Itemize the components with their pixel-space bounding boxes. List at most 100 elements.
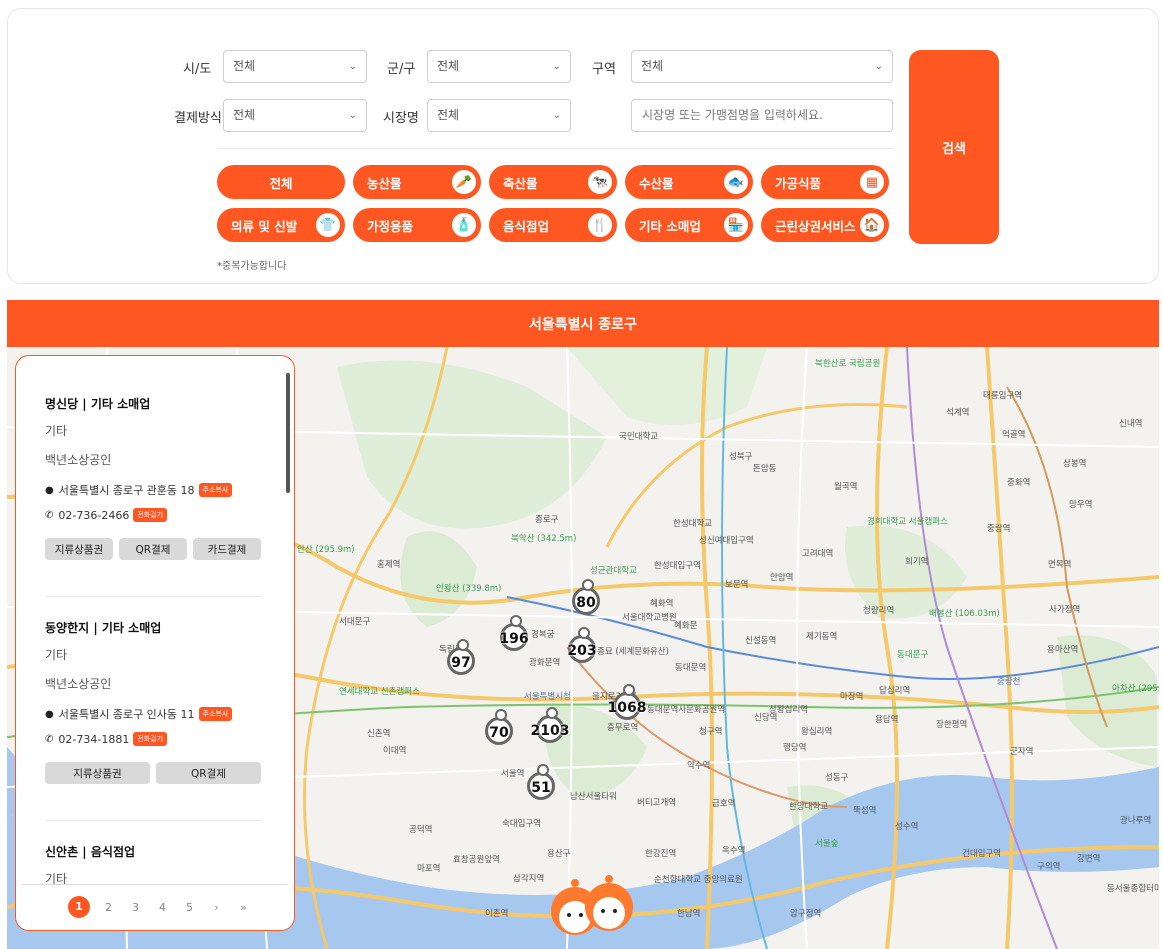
chevron-down-icon: ⌄ [552, 110, 561, 121]
category-seafood[interactable]: 수산물 🐟 [625, 165, 753, 199]
map-label: 이대역 [383, 746, 407, 756]
location-pin-icon: ● [45, 708, 54, 720]
next-page-button[interactable]: › [203, 901, 230, 914]
map-label: 약수역 [687, 761, 711, 771]
cluster-marker[interactable]: 80 [569, 579, 603, 615]
map-label: 건대입구역 [962, 849, 1002, 859]
vegetable-icon: 🥕 [452, 170, 476, 194]
store-address: 서울특별시 종로구 인사동 11 [58, 708, 195, 721]
sido-value: 전체 [233, 59, 256, 73]
page-4[interactable]: 4 [149, 901, 176, 914]
map-label: 마장역 [840, 692, 864, 702]
map-label: 효창공원앞역 [453, 855, 500, 865]
page-3[interactable]: 3 [122, 901, 149, 914]
area-label: 구역 [592, 62, 616, 77]
store-item[interactable]: 동양한지 | 기타 소매업 기타 백년소상공인 ● 서울특별시 종로구 인사동 … [45, 619, 267, 784]
category-restaurant[interactable]: 음식점업 🍴 [489, 208, 617, 242]
map-label: 안산 (295.9m) [297, 545, 355, 555]
store-item[interactable]: 명신당 | 기타 소매업 기타 백년소상공인 ● 서울특별시 종로구 관훈동 1… [45, 395, 267, 560]
gungu-select[interactable]: 전체 ⌄ [427, 50, 571, 83]
map-label: 공덕역 [409, 825, 433, 835]
copy-address-button[interactable]: 주소복사 [198, 707, 233, 721]
cluster-marker[interactable]: 2103 [531, 707, 569, 743]
category-livestock[interactable]: 축산물 🐄 [489, 165, 617, 199]
category-label: 의류 및 신발 [231, 218, 298, 234]
shirt-icon: 👕 [316, 213, 340, 237]
cluster-count: 203 [567, 643, 597, 659]
cluster-marker[interactable]: 70 [482, 709, 516, 745]
sido-select[interactable]: 전체 ⌄ [223, 50, 367, 83]
utensils-icon: 🍴 [588, 213, 612, 237]
map-label: 아차산 (295.7m) [1112, 684, 1159, 694]
store-list-panel[interactable]: 명신당 | 기타 소매업 기타 백년소상공인 ● 서울특별시 종로구 관훈동 1… [15, 355, 295, 931]
call-button[interactable]: 전화걸기 [133, 508, 168, 522]
market-select[interactable]: 전체 ⌄ [427, 99, 571, 132]
chevron-down-icon: ⌄ [552, 61, 561, 72]
map-label: 군자역 [1010, 747, 1034, 757]
area-select[interactable]: 전체 ⌄ [631, 50, 893, 83]
page-2[interactable]: 2 [95, 901, 122, 914]
map-label: 행당역 [783, 743, 807, 753]
cluster-marker[interactable]: 203 [565, 627, 599, 663]
phone-icon: ✆ [45, 733, 54, 745]
gungu-value: 전체 [437, 59, 460, 73]
map-label: 강변역 [1077, 854, 1101, 864]
cluster-marker[interactable]: 51 [524, 764, 558, 800]
category-agriculture[interactable]: 농산물 🥕 [353, 165, 481, 199]
category-all[interactable]: 전체 [217, 165, 345, 199]
search-input[interactable]: 시장명 또는 가맹점명을 입력하세요. [631, 99, 893, 132]
multi-select-note: *중복가능합니다 [217, 261, 287, 272]
page-1[interactable]: 1 [68, 896, 90, 918]
category-processed-food[interactable]: 가공식품 ▦ [761, 165, 889, 199]
search-button[interactable]: 검색 [909, 50, 999, 244]
category-label: 기타 소매업 [639, 218, 701, 234]
map-label: 혜화문 [674, 621, 698, 631]
map-label: 한양대학교 [789, 802, 829, 812]
store-address: 서울특별시 종로구 관훈동 18 [58, 484, 195, 497]
call-button[interactable]: 전화걸기 [133, 732, 168, 746]
cluster-marker[interactable]: 97 [444, 639, 478, 675]
payment-select[interactable]: 전체 ⌄ [223, 99, 367, 132]
map-label: 고려대역 [802, 549, 834, 559]
chevron-down-icon: ⌄ [874, 61, 883, 72]
category-clothing[interactable]: 의류 및 신발 👕 [217, 208, 345, 242]
map-label: 충무로역 [607, 723, 639, 733]
map-label: 성신여대입구역 [699, 536, 754, 546]
cluster-marker[interactable]: 196 [497, 615, 531, 651]
map-label: 중랑역 [987, 524, 1011, 534]
divider [217, 148, 893, 149]
map-label: 성수역 [895, 822, 919, 832]
map-label: 서울특별시청 [524, 692, 571, 702]
copy-address-button[interactable]: 주소복사 [198, 483, 233, 497]
location-pin-icon: ● [45, 484, 54, 496]
category-neighborhood[interactable]: 근린상권서비스 🏠 [761, 208, 889, 242]
category-label: 수산물 [639, 175, 674, 191]
phone-icon: ✆ [45, 509, 54, 521]
map-label: 제기동역 [806, 632, 838, 642]
map-label: 북한산로 국립공원 [815, 359, 881, 369]
map-label: 뚝섬역 [853, 806, 877, 816]
store-kind: 백년소상공인 [45, 677, 112, 691]
region-title: 서울특별시 종로구 [7, 300, 1159, 347]
category-household[interactable]: 가정용품 🧴 [353, 208, 481, 242]
map-label: 북악산 (342.5m) [511, 534, 577, 544]
cluster-count: 70 [489, 725, 509, 741]
category-other-retail[interactable]: 기타 소매업 🏪 [625, 208, 753, 242]
map-label: 이촌역 [485, 909, 509, 919]
map-label: 태릉입구역 [983, 391, 1023, 401]
scrollbar[interactable] [286, 373, 290, 493]
fish-icon: 🐟 [724, 170, 748, 194]
store-type: 기타 [45, 648, 68, 662]
map-label: 한성대학교 [673, 519, 713, 529]
last-page-button[interactable]: » [230, 901, 257, 914]
page-5[interactable]: 5 [176, 901, 203, 914]
cluster-count: 1068 [607, 700, 647, 716]
divider [22, 884, 288, 885]
map-label: 신설동역 [745, 636, 777, 646]
payment-tag: QR결제 [156, 762, 261, 784]
store-type: 기타 [45, 424, 68, 438]
cluster-count: 196 [499, 631, 529, 647]
map-label: 망우역 [1069, 500, 1093, 510]
store-item[interactable]: 신안촌 | 음식점업 기타 [45, 843, 267, 887]
cluster-marker[interactable]: 1068 [608, 684, 646, 720]
